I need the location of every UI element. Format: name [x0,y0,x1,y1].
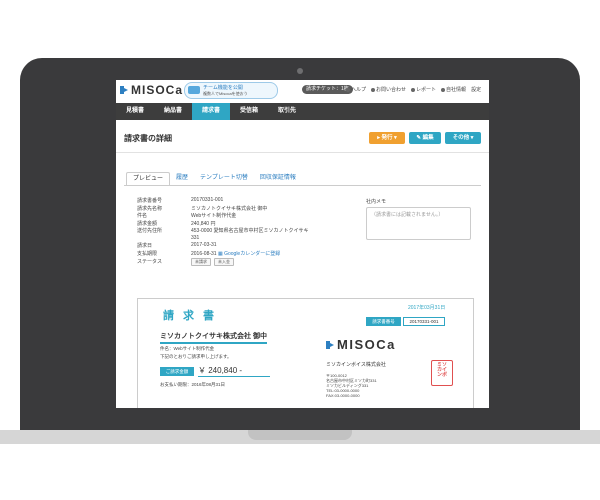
edit-button[interactable]: ✎ 編集 [409,132,441,144]
invoice-title: 請求書 [163,310,223,322]
report-link[interactable]: レポート [411,85,436,95]
tab-underline [124,185,481,186]
tab-template[interactable]: テンプレート切替 [194,172,254,185]
invoice-note: 下記のとおりご請求申し上げます。 [160,354,232,359]
nav-item-invoices[interactable]: 請求書 [192,103,230,120]
invoice-preview: 請求書 2017年03月31日 請求書番号 20170331-001 ミソカノト… [137,298,474,408]
promo-subtitle: 複数人でMisocaを使おう [203,91,248,96]
company-seal: ミソ カイ ンボ [431,360,453,386]
memo-label: 社内メモ [366,199,387,205]
nav-item-delivery[interactable]: 納品書 [154,103,192,120]
nav-item-estimates[interactable]: 見積書 [116,103,154,120]
app-screen: MISOCa チーム機能を公開 複数人でMisocaを使おう 請求チケット：1枚… [116,80,489,408]
status-badge: 未入金 [214,258,234,266]
invoice-number: 20170331-001 [403,317,445,326]
help-icon [346,87,350,92]
contact-link[interactable]: お問い合わせ [371,85,406,95]
logo-mark-icon [120,86,128,94]
invoice-logo: MISOCa [337,337,396,352]
nav-item-inbox[interactable]: 受信箱 [230,103,268,120]
top-bar: MISOCa チーム機能を公開 複数人でMisocaを使おう 請求チケット：1枚… [116,80,489,100]
invoice-client: ミソカノトクイサキ株式会社 御中 [160,331,267,344]
main-nav: 見積書 納品書 請求書 受信箱 取引先 [116,103,489,120]
header-divider [116,152,489,153]
top-links: ヘルプ お問い合わせ レポート 自社情報 設定 [346,85,481,95]
status-badge: 未請求 [191,258,211,266]
invoice-amount: ￥ 240,840 - [198,365,270,377]
laptop-notch [248,430,352,440]
team-icon [188,86,200,94]
invoice-company: ミソカインボイス株式会社 [326,362,386,368]
nav-item-clients[interactable]: 取引先 [268,103,306,120]
camera-icon [297,68,303,74]
detail-tabs: プレビュー 履歴 テンプレート切替 回収保証情報 [126,172,302,185]
issue-button[interactable]: ▸ 発行 ▾ [369,132,405,144]
mail-icon [371,87,376,92]
calendar-link[interactable]: ▦ Googleカレンダーに登録 [218,251,280,257]
invoice-date: 2017年03月31日 [408,305,446,311]
tab-history[interactable]: 履歴 [170,172,194,185]
other-button[interactable]: その他 ▾ [445,132,481,144]
tab-guarantee[interactable]: 回収保証情報 [254,172,302,185]
invoice-due: お支払い期限：2016年08月31日 [160,382,226,387]
invoice-number-label: 請求書番号 [366,317,401,326]
promo-title: チーム機能を公開 [203,85,243,91]
tab-preview[interactable]: プレビュー [126,172,171,185]
promo-banner[interactable]: チーム機能を公開 複数人でMisocaを使おう [184,82,278,99]
chart-icon [411,87,416,92]
logo-mark-icon [326,341,334,349]
app-logo[interactable]: MISOCa [131,83,183,97]
memo-input[interactable]: （請求書には記載されません。） [366,207,471,240]
settings-link[interactable]: 設定 [471,85,481,95]
page-title: 請求書の詳細 [124,134,172,143]
invoice-subject: 件名：Webサイト制作代金 [160,346,215,351]
invoice-amount-label: ご請求金額 [160,367,194,376]
user-icon [441,87,446,92]
invoice-address: 〒100-0012 名古屋市中村区ミソカ町331 ミソカビルディング331 TE… [326,373,377,398]
company-info-link[interactable]: 自社情報 [441,85,466,95]
help-link[interactable]: ヘルプ [346,85,366,95]
